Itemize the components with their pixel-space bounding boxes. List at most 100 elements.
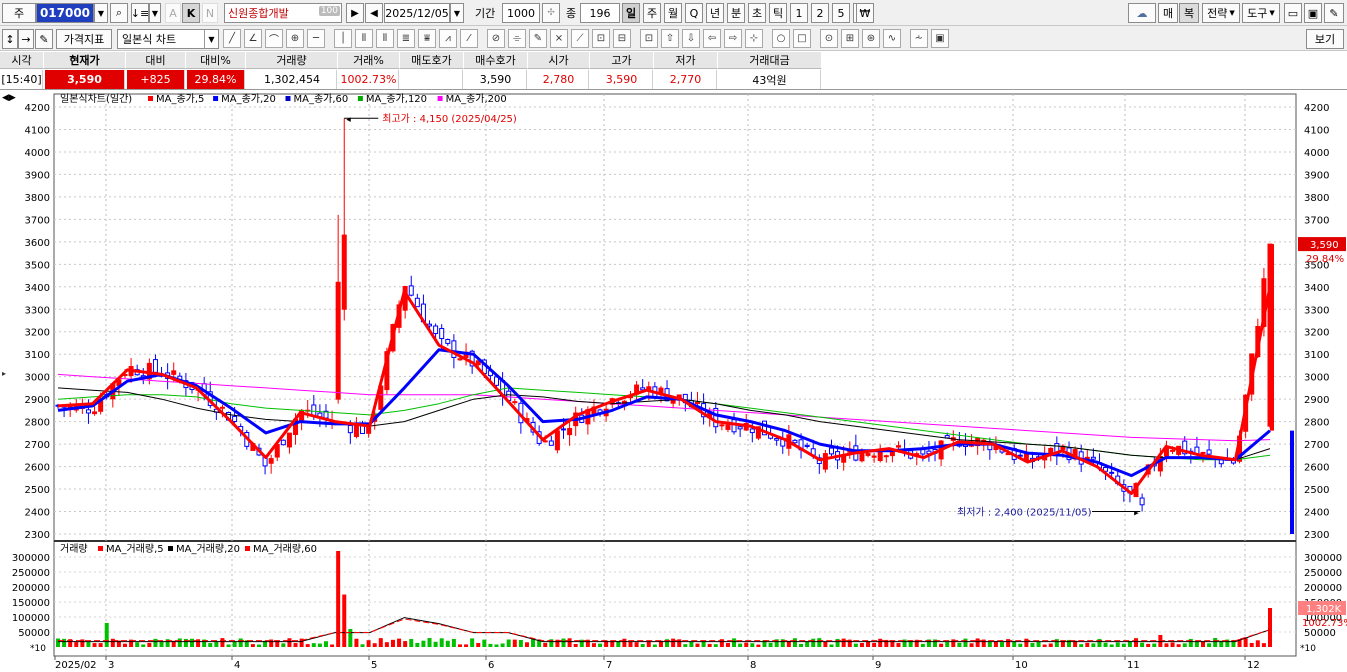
search-icon[interactable]: ⌕ <box>110 3 128 23</box>
pen-icon[interactable]: ✎ <box>529 29 547 48</box>
quote-header-11: 거래대금 <box>718 52 822 69</box>
shift-right-icon[interactable]: ⇨ <box>724 29 742 48</box>
multi-wave-icon[interactable]: ⩪ <box>910 29 928 48</box>
play-next-icon[interactable]: ▶ <box>346 3 364 23</box>
stock-code-input[interactable]: 017000 <box>36 3 94 23</box>
volume-tick-right: 300000 <box>1304 553 1342 564</box>
period-button-9[interactable]: 2 <box>811 3 829 23</box>
indicator-button[interactable]: 가격지표 <box>56 29 112 49</box>
chart-type-select[interactable]: 일본식 차트 ▼ <box>117 29 219 49</box>
legend-label-4: MA_종가,200 <box>446 93 507 105</box>
stock-name-badge: 100 <box>318 6 340 16</box>
shift-left-icon[interactable]: ⇦ <box>703 29 721 48</box>
market-select[interactable]: 주 <box>2 3 36 23</box>
line-icon[interactable]: ╱ <box>223 29 241 48</box>
stock-chart[interactable]: ◀▶ ▸ 2025/02 3 4 5 6 7 8 9 10 11 12 4200 4200 4100 4100 4… <box>0 90 1347 672</box>
zoom-out-icon[interactable]: ⊟ <box>613 29 631 48</box>
shift-down-icon[interactable]: ⇩ <box>682 29 700 48</box>
sort-dropdown[interactable]: ▼ <box>149 3 161 23</box>
screen-icon[interactable]: ▣ <box>931 29 949 48</box>
volume-bar <box>1091 643 1096 647</box>
k-button[interactable]: K <box>182 3 200 23</box>
cloud-icon[interactable]: ☁ <box>1128 3 1156 23</box>
hline-icon[interactable]: ─ <box>307 29 325 48</box>
month-label: 7 <box>606 660 612 671</box>
volume-bar <box>1146 643 1151 647</box>
range-icon[interactable]: ⊡ <box>640 29 658 48</box>
stock-code-dropdown[interactable]: ▼ <box>94 3 108 23</box>
period-button-1[interactable]: 주 <box>643 3 661 23</box>
period-button-10[interactable]: 5 <box>832 3 850 23</box>
arc-icon[interactable]: ⌒ <box>265 29 283 48</box>
a-button[interactable]: A <box>165 3 181 23</box>
fan-icon[interactable]: ⊕ <box>286 29 304 48</box>
folder-icon[interactable]: ▭ <box>1284 3 1302 23</box>
period-stepper-icon[interactable]: ✣ <box>542 3 560 23</box>
zoom-box-icon[interactable]: ⊡ <box>592 29 610 48</box>
count-input[interactable]: 196 <box>580 3 620 23</box>
stock-name-field[interactable]: 신원종합개발 100 <box>224 3 342 23</box>
sort-icon[interactable]: ↓≡ <box>131 3 149 23</box>
save-icon[interactable]: ▣ <box>1304 3 1322 23</box>
date-dropdown[interactable]: ▼ <box>450 3 464 23</box>
volume-bar <box>1182 643 1187 647</box>
play-prev-icon[interactable]: ◀ <box>365 3 383 23</box>
period-button-4[interactable]: 년 <box>706 3 724 23</box>
rect-icon[interactable]: □ <box>793 29 811 48</box>
period-button-5[interactable]: 분 <box>727 3 745 23</box>
target-icon[interactable]: ⊛ <box>862 29 880 48</box>
trend-icon[interactable]: ⟋ <box>571 29 589 48</box>
period-button-2[interactable]: 월 <box>664 3 682 23</box>
cross-icon[interactable]: ⨯ <box>550 29 568 48</box>
volume-bar <box>683 644 688 647</box>
period-button-8[interactable]: 1 <box>790 3 808 23</box>
settings-icon[interactable]: ✎ <box>1324 3 1344 23</box>
wave-icon[interactable]: ⌯ <box>508 29 526 48</box>
edit-icon[interactable]: ✎ <box>35 29 53 49</box>
volume-bar <box>531 638 536 647</box>
angle-icon[interactable]: ∠ <box>244 29 262 48</box>
period-button-7[interactable]: 틱 <box>769 3 787 23</box>
updown-arrow-icon[interactable]: ↕ <box>2 29 18 49</box>
cycle-wave-icon[interactable]: ∿ <box>883 29 901 48</box>
period-button-6[interactable]: 초 <box>748 3 766 23</box>
channel-icon[interactable]: ≣ <box>397 29 415 48</box>
ray-icon[interactable]: ⁄ <box>460 29 478 48</box>
volume-bar <box>841 638 846 647</box>
won-icon[interactable]: ₩ <box>856 3 874 23</box>
shift-up-icon[interactable]: ⇧ <box>661 29 679 48</box>
strategy-button[interactable]: 전략 ▼ <box>1202 3 1240 23</box>
n-button[interactable]: N <box>202 3 218 23</box>
volume-bar <box>208 643 213 647</box>
price-tick-left: 3400 <box>25 283 50 294</box>
buy-button[interactable]: 매 <box>1158 3 1178 23</box>
month-label: 9 <box>875 660 881 671</box>
period-button-0[interactable]: 일 <box>622 3 640 23</box>
cycle-icon[interactable]: ⊘ <box>487 29 505 48</box>
volume-bar <box>232 641 237 647</box>
tools-button[interactable]: 도구 ▼ <box>1242 3 1280 23</box>
view-button[interactable]: 보기 <box>1306 29 1344 49</box>
grid-icon[interactable]: ⊞ <box>841 29 859 48</box>
volume-bar <box>238 638 243 647</box>
magnifier-icon[interactable]: ⊙ <box>820 29 838 48</box>
fib-a-icon[interactable]: ⦀ <box>355 29 373 48</box>
candle-body <box>335 281 341 400</box>
period-button-3[interactable]: Q <box>685 3 703 23</box>
crosshair-icon[interactable]: ⊹ <box>745 29 763 48</box>
gann-icon[interactable]: ⩸ <box>418 29 436 48</box>
vline-icon[interactable]: │ <box>334 29 352 48</box>
price-tick-left: 3200 <box>25 328 50 339</box>
volume-bar <box>811 638 816 647</box>
volume-bar <box>482 639 487 647</box>
candle-body <box>1139 497 1145 506</box>
period-input[interactable]: 1000 <box>502 3 540 23</box>
copy-button[interactable]: 복 <box>1179 3 1199 23</box>
right-arrow-icon[interactable]: → <box>18 29 34 49</box>
fib-b-icon[interactable]: ⦀ <box>376 29 394 48</box>
pitchfork-icon[interactable]: ⩘ <box>439 29 457 48</box>
volume-bar <box>957 642 962 647</box>
circle-icon[interactable]: ○ <box>772 29 790 48</box>
date-input[interactable]: 2025/12/05 <box>384 3 450 23</box>
quote-value-0: [15:40] <box>1 70 43 89</box>
